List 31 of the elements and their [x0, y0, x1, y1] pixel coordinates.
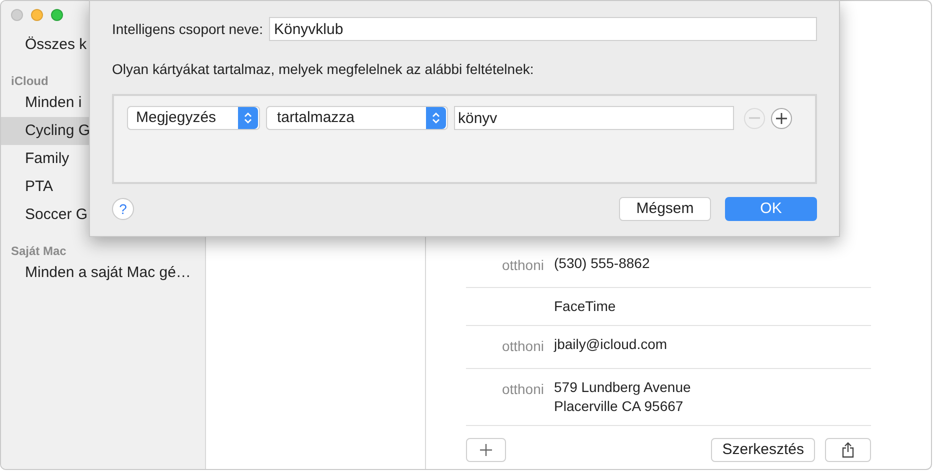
name-label: Intelligens csoport neve: — [112, 20, 263, 39]
share-icon — [842, 442, 854, 458]
share-button[interactable] — [825, 438, 871, 462]
minus-icon — [749, 117, 760, 119]
plus-icon — [776, 112, 787, 124]
field-label: otthoni — [502, 257, 544, 273]
field-value[interactable]: 579 Lundberg Avenue Placerville CA 95667 — [554, 378, 691, 416]
stepper-icon — [238, 107, 258, 129]
name-field[interactable]: Könyvklub — [268, 17, 817, 41]
plus-icon — [480, 444, 492, 456]
minimize-icon[interactable] — [31, 9, 43, 21]
criteria-label: Olyan kártyákat tartalmaz, melyek megfelelnek az alábbi feltételnek: — [112, 60, 535, 79]
sidebar-item[interactable]: Minden a saját Mac gé… — [1, 259, 205, 287]
field-label: otthoni — [502, 381, 544, 397]
help-button[interactable]: ? — [112, 198, 134, 220]
value-field[interactable]: könyv — [454, 106, 734, 130]
close-icon[interactable] — [11, 9, 23, 21]
operator-popup[interactable]: tartalmazza — [266, 106, 448, 130]
edit-button[interactable]: Szerkesztés — [711, 438, 815, 462]
field-value[interactable]: FaceTime — [554, 297, 616, 316]
field-label: otthoni — [502, 338, 544, 354]
cancel-button[interactable]: Mégsem — [619, 197, 711, 221]
field-value[interactable]: (530) 555-8862 — [554, 254, 650, 278]
sidebar-header: iCloud — [11, 74, 48, 88]
field-popup[interactable]: Megjegyzés — [127, 106, 260, 130]
sidebar-header: Saját Mac — [11, 244, 66, 258]
add-rule-button[interactable] — [771, 108, 792, 128]
zoom-icon[interactable] — [51, 9, 63, 21]
add-button[interactable] — [466, 438, 506, 462]
stepper-icon — [426, 107, 446, 129]
field-value[interactable]: jbaily@icloud.com — [554, 335, 668, 359]
